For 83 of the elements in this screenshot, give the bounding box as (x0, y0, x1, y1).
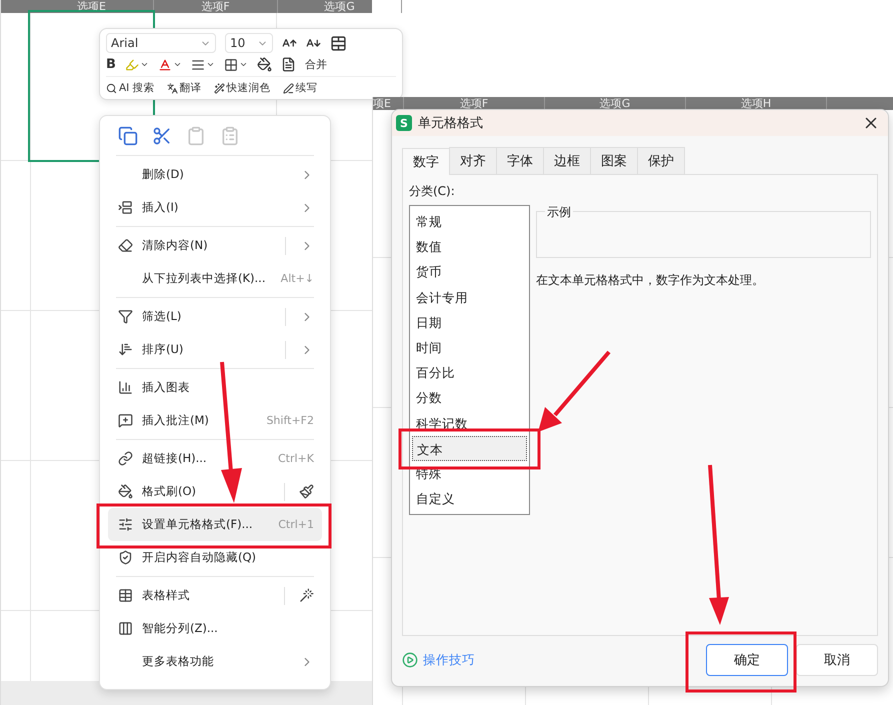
copy-icon[interactable] (118, 126, 138, 146)
merge-label[interactable]: 合并 (304, 57, 327, 72)
bucket-icon (118, 484, 132, 499)
tab[interactable]: 字体 (496, 147, 544, 174)
list-item[interactable]: 自定义 (412, 486, 527, 512)
list-item[interactable]: 常规 (412, 209, 527, 234)
font-color-icon (158, 58, 172, 72)
list-item[interactable]: 数值 (412, 234, 527, 260)
chevron-down-icon (238, 60, 248, 69)
menu-item[interactable]: 清除内容(N) (108, 229, 322, 262)
align-button[interactable] (190, 58, 215, 72)
brush-icon[interactable] (299, 484, 314, 499)
app-logo: S (396, 115, 412, 131)
tab[interactable]: 数字 (402, 148, 450, 175)
chevron-down-icon (140, 60, 149, 69)
chart-icon (118, 380, 132, 395)
list-item[interactable]: 日期 (412, 310, 527, 335)
tab[interactable]: 对齐 (449, 147, 497, 174)
menu-item[interactable]: 超链接(H)... Ctrl+K (108, 442, 322, 475)
chevron-down-icon (206, 60, 215, 69)
dialog-title: 单元格格式 (418, 115, 484, 132)
document-icon[interactable] (280, 57, 296, 72)
column-header[interactable]: 选项G (278, 0, 402, 13)
bold-button[interactable]: B (106, 57, 116, 72)
rows-icon (118, 200, 132, 215)
sample-label: 示例 (545, 204, 573, 221)
columns-icon (118, 621, 132, 636)
tab[interactable]: 图案 (590, 147, 638, 174)
ai-tool-button[interactable]: AI 搜索 (106, 81, 155, 95)
menu-item[interactable]: 表格样式 (108, 579, 322, 612)
tab[interactable]: 保护 (637, 147, 685, 174)
menu-item[interactable]: 插入批注(M) Shift+F2 (108, 404, 322, 437)
translate-icon (166, 82, 178, 94)
menu-item[interactable]: 排序(U) (108, 333, 322, 366)
shield-icon (118, 550, 132, 565)
merge-icon[interactable] (330, 34, 347, 52)
search-icon (106, 82, 117, 94)
font-color-button[interactable] (158, 58, 182, 72)
align-icon (190, 58, 205, 72)
tab[interactable]: 边框 (543, 147, 591, 174)
ai-tool-button[interactable]: 快速润色 (214, 81, 271, 95)
ai-tool-button[interactable]: 翻译 (166, 81, 202, 95)
ai-tool-button[interactable]: 续写 (282, 81, 318, 95)
cancel-button[interactable]: 取消 (796, 644, 878, 676)
column-header[interactable]: 选项F (154, 0, 278, 13)
play-icon (402, 652, 418, 668)
cut-icon[interactable] (152, 126, 172, 146)
link-icon (118, 451, 132, 466)
eraser-icon (118, 238, 132, 253)
description-text: 在文本单元格格式中，数字作为文本处理。 (536, 272, 765, 289)
bucket-icon[interactable] (256, 57, 272, 72)
border-icon (224, 58, 238, 72)
menu-item[interactable]: 插入图表 (108, 371, 322, 404)
filter-icon (118, 309, 132, 324)
sparkle-wand-icon (214, 82, 225, 94)
highlighter-icon (124, 58, 139, 72)
font-size-dropdown[interactable]: 10 (225, 33, 273, 53)
pen-icon (282, 82, 294, 94)
category-label: 分类(C): (409, 183, 456, 200)
menu-item[interactable]: 格式刷(O) (108, 475, 322, 508)
wand-icon[interactable] (299, 588, 314, 603)
menu-item[interactable]: 从下拉列表中选择(K)... Alt+↓ (108, 262, 322, 295)
menu-item[interactable]: 插入(I) (108, 191, 322, 224)
sort-icon (118, 342, 132, 357)
table-icon (118, 588, 132, 603)
chevron-down-icon (172, 60, 182, 69)
list-item[interactable]: 时间 (412, 334, 527, 360)
menu-item[interactable]: 更多表格功能 (108, 645, 322, 678)
menu-item[interactable]: 开启内容自动隐藏(Q) (108, 541, 322, 574)
list-item[interactable]: 货币 (412, 259, 527, 285)
border-button[interactable] (224, 58, 248, 72)
menu-item[interactable]: 筛选(L) (108, 300, 322, 333)
list-item[interactable]: 百分比 (412, 360, 527, 386)
menu-item[interactable]: 智能分列(Z)... (108, 612, 322, 645)
list-item[interactable]: 会计专用 (412, 284, 527, 310)
font-dropdown[interactable]: Arial (106, 33, 216, 53)
list-item[interactable]: 分数 (412, 385, 527, 410)
menu-item[interactable]: 删除(D) (108, 158, 322, 191)
sliders-icon (118, 517, 132, 532)
list-item[interactable]: 文本 (412, 436, 527, 461)
menu-item[interactable]: 设置单元格格式(F)... Ctrl+1 (108, 508, 322, 541)
ok-button[interactable]: 确定 (706, 644, 788, 676)
comment-icon (118, 413, 132, 428)
